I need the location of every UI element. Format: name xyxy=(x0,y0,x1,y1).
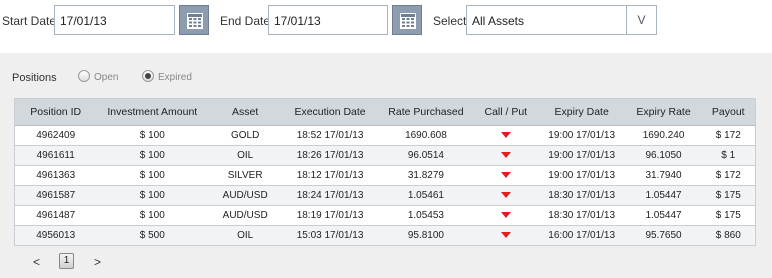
col-rate-purchased: Rate Purchased xyxy=(377,98,474,126)
filter-bar: Start Date 17/01/13 End Date 17/01/13 Se… xyxy=(0,0,772,53)
cell-investment-amount: $ 100 xyxy=(96,145,209,166)
cell-expiry-date: 19:00 17/01/13 xyxy=(537,165,626,186)
cell-rate-purchased: 1.05461 xyxy=(377,185,474,206)
cell-expiry-rate: 95.7650 xyxy=(625,225,702,246)
cell-asset: AUD/USD xyxy=(208,205,283,226)
start-date-input[interactable]: 17/01/13 xyxy=(54,5,175,35)
col-asset: Asset xyxy=(208,98,283,126)
table-row: 4961611 $ 100 OIL 18:26 17/01/13 96.0514… xyxy=(14,145,756,166)
cell-call-put xyxy=(473,225,538,246)
cell-investment-amount: $ 500 xyxy=(96,225,209,246)
cell-position-id: 4956013 xyxy=(14,225,97,246)
end-date-label: End Date xyxy=(220,14,271,28)
cell-execution-date: 18:52 17/01/13 xyxy=(282,125,378,146)
put-arrow-icon xyxy=(500,212,511,218)
asset-select-label: Select xyxy=(433,14,467,28)
calendar-icon xyxy=(400,13,416,29)
cell-position-id: 4961611 xyxy=(14,145,97,166)
put-arrow-icon xyxy=(500,192,511,198)
cell-investment-amount: $ 100 xyxy=(96,125,209,146)
col-payout: Payout xyxy=(701,98,756,126)
prev-page-button[interactable]: < xyxy=(33,255,40,269)
cell-rate-purchased: 1.05453 xyxy=(377,205,474,226)
end-date-calendar-button[interactable] xyxy=(392,5,422,35)
cell-payout: $ 1 xyxy=(701,145,756,166)
cell-expiry-date: 18:30 17/01/13 xyxy=(537,205,626,226)
put-arrow-icon xyxy=(500,232,511,238)
cell-rate-purchased: 1690.608 xyxy=(377,125,474,146)
end-date-input[interactable]: 17/01/13 xyxy=(268,5,388,35)
table-row: 4961587 $ 100 AUD/USD 18:24 17/01/13 1.0… xyxy=(14,185,756,206)
cell-investment-amount: $ 100 xyxy=(96,185,209,206)
cell-payout: $ 172 xyxy=(701,165,756,186)
start-date-label: Start Date xyxy=(2,14,57,28)
table-row: 4962409 $ 100 GOLD 18:52 17/01/13 1690.6… xyxy=(14,125,756,146)
cell-execution-date: 18:12 17/01/13 xyxy=(282,165,378,186)
positions-label: Positions xyxy=(12,72,57,84)
cell-position-id: 4961363 xyxy=(14,165,97,186)
dropdown-arrow-icon[interactable]: V xyxy=(626,6,656,34)
cell-rate-purchased: 95.8100 xyxy=(377,225,474,246)
col-position-id: Position ID xyxy=(14,98,97,126)
cell-call-put xyxy=(473,205,538,226)
col-call-put: Call / Put xyxy=(473,98,538,126)
cell-asset: OIL xyxy=(208,145,283,166)
cell-execution-date: 18:24 17/01/13 xyxy=(282,185,378,206)
page-1-button[interactable]: 1 xyxy=(59,253,74,269)
cell-expiry-date: 18:30 17/01/13 xyxy=(537,185,626,206)
cell-expiry-rate: 31.7940 xyxy=(625,165,702,186)
cell-asset: OIL xyxy=(208,225,283,246)
asset-select[interactable]: All Assets V xyxy=(466,5,657,35)
cell-execution-date: 18:19 17/01/13 xyxy=(282,205,378,226)
cell-asset: GOLD xyxy=(208,125,283,146)
cell-execution-date: 15:03 17/01/13 xyxy=(282,225,378,246)
table-row: 4961487 $ 100 AUD/USD 18:19 17/01/13 1.0… xyxy=(14,205,756,226)
cell-expiry-rate: 1690.240 xyxy=(625,125,702,146)
put-arrow-icon xyxy=(500,172,511,178)
cell-payout: $ 172 xyxy=(701,125,756,146)
table-row: 4961363 $ 100 SILVER 18:12 17/01/13 31.8… xyxy=(14,165,756,186)
asset-select-value: All Assets xyxy=(472,14,525,28)
cell-position-id: 4961587 xyxy=(14,185,97,206)
cell-investment-amount: $ 100 xyxy=(96,165,209,186)
cell-call-put xyxy=(473,145,538,166)
cell-expiry-rate: 1.05447 xyxy=(625,185,702,206)
cell-expiry-date: 16:00 17/01/13 xyxy=(537,225,626,246)
cell-rate-purchased: 31.8279 xyxy=(377,165,474,186)
table-header-row: Position ID Investment Amount Asset Exec… xyxy=(14,98,756,126)
table-row: 4956013 $ 500 OIL 15:03 17/01/13 95.8100… xyxy=(14,225,756,246)
cell-position-id: 4961487 xyxy=(14,205,97,226)
cell-expiry-rate: 96.1050 xyxy=(625,145,702,166)
cell-payout: $ 175 xyxy=(701,185,756,206)
put-arrow-icon xyxy=(500,152,511,158)
cell-asset: SILVER xyxy=(208,165,283,186)
expired-radio[interactable] xyxy=(142,70,154,82)
cell-execution-date: 18:26 17/01/13 xyxy=(282,145,378,166)
cell-call-put xyxy=(473,125,538,146)
col-execution-date: Execution Date xyxy=(282,98,378,126)
calendar-icon xyxy=(187,13,203,29)
cell-expiry-date: 19:00 17/01/13 xyxy=(537,145,626,166)
cell-payout: $ 860 xyxy=(701,225,756,246)
cell-expiry-rate: 1.05447 xyxy=(625,205,702,226)
col-expiry-rate: Expiry Rate xyxy=(625,98,702,126)
cell-payout: $ 175 xyxy=(701,205,756,226)
col-expiry-date: Expiry Date xyxy=(537,98,626,126)
put-arrow-icon xyxy=(500,132,511,138)
positions-table: Position ID Investment Amount Asset Exec… xyxy=(14,98,756,246)
cell-call-put xyxy=(473,165,538,186)
cell-call-put xyxy=(473,185,538,206)
start-date-calendar-button[interactable] xyxy=(179,5,209,35)
open-radio[interactable] xyxy=(78,70,90,82)
next-page-button[interactable]: > xyxy=(94,255,101,269)
cell-investment-amount: $ 100 xyxy=(96,205,209,226)
positions-panel: Positions Open Expired Position ID Inves… xyxy=(0,53,772,278)
expired-radio-label[interactable]: Expired xyxy=(158,72,192,83)
open-radio-label[interactable]: Open xyxy=(94,72,118,83)
cell-asset: AUD/USD xyxy=(208,185,283,206)
col-investment-amount: Investment Amount xyxy=(96,98,209,126)
cell-rate-purchased: 96.0514 xyxy=(377,145,474,166)
cell-expiry-date: 19:00 17/01/13 xyxy=(537,125,626,146)
cell-position-id: 4962409 xyxy=(14,125,97,146)
